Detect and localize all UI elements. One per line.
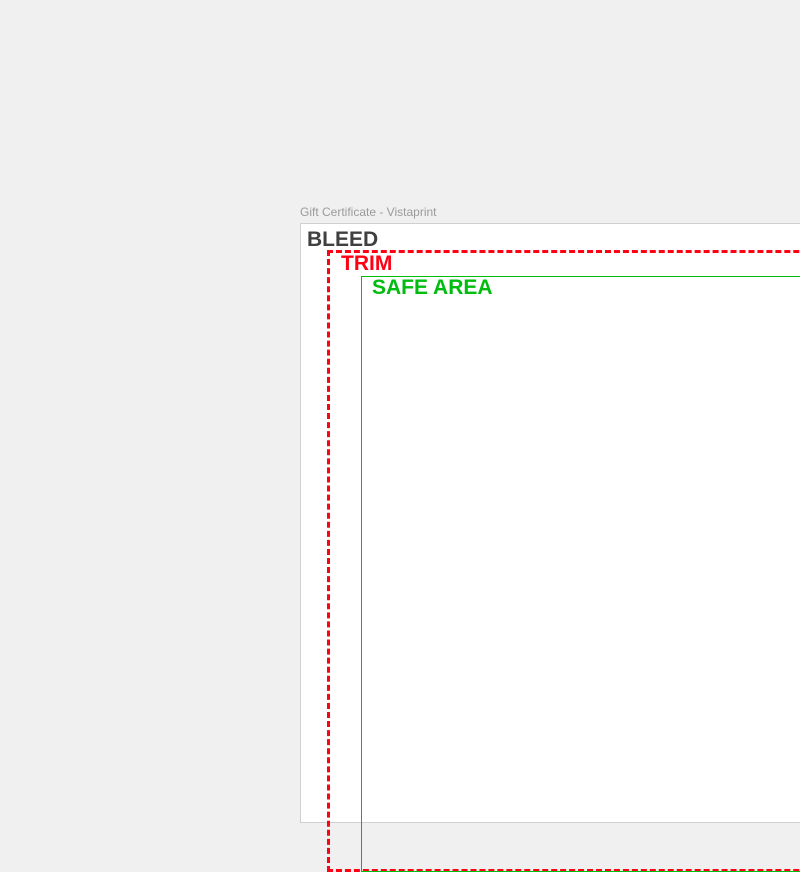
bleed-label: BLEED <box>307 229 378 250</box>
template-window: Gift Certificate - Vistaprint BLEED TRIM… <box>300 205 800 805</box>
trim-label: TRIM <box>341 253 392 274</box>
template-canvas: BLEED TRIM SAFE AREA <box>300 223 800 823</box>
window-title: Gift Certificate - Vistaprint <box>300 205 800 219</box>
safe-area-guide <box>361 276 800 872</box>
safe-area-label: SAFE AREA <box>372 277 493 298</box>
